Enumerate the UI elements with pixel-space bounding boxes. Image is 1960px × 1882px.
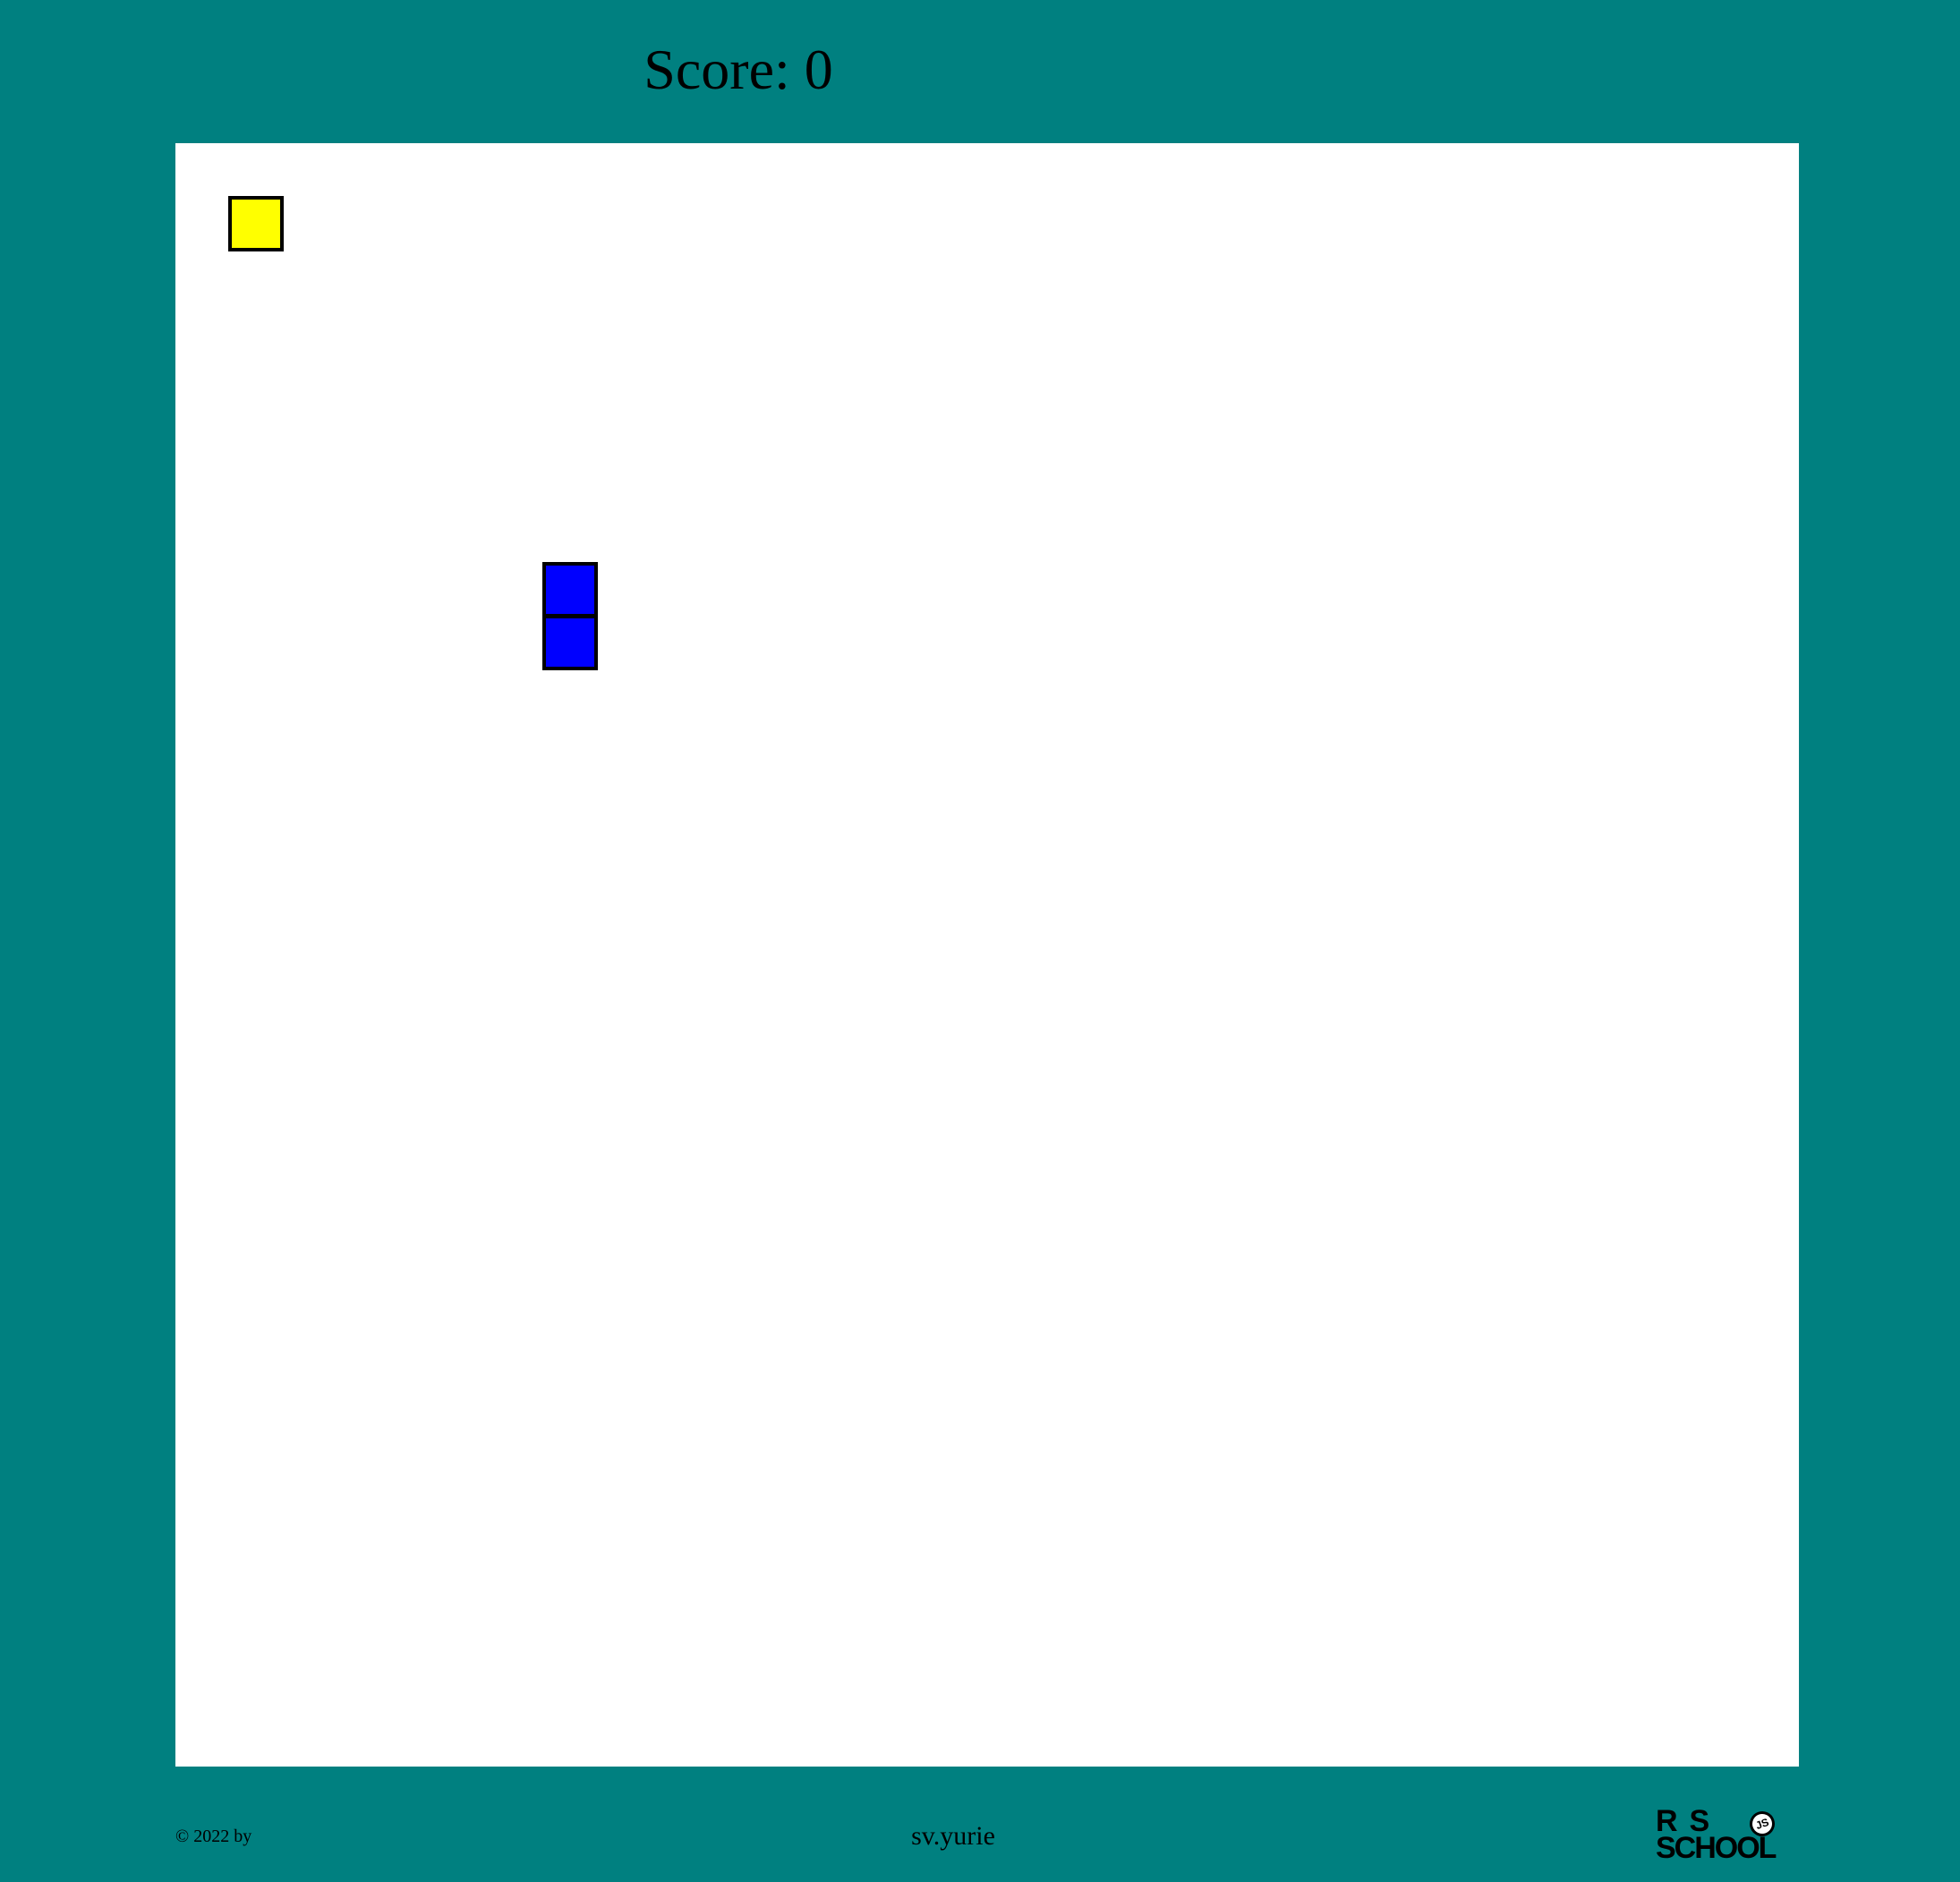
food-cell (228, 196, 284, 251)
logo-line-2: SCHOOL (1656, 1831, 1777, 1865)
snake-segment (542, 615, 598, 670)
snake-head (542, 562, 598, 617)
score-display: Score: 0 (643, 38, 833, 101)
game-board[interactable] (175, 143, 1799, 1767)
rs-school-logo[interactable]: R S SCHOOL JS (1656, 1806, 1801, 1865)
author-link[interactable]: sv.yurie (0, 1818, 1906, 1854)
